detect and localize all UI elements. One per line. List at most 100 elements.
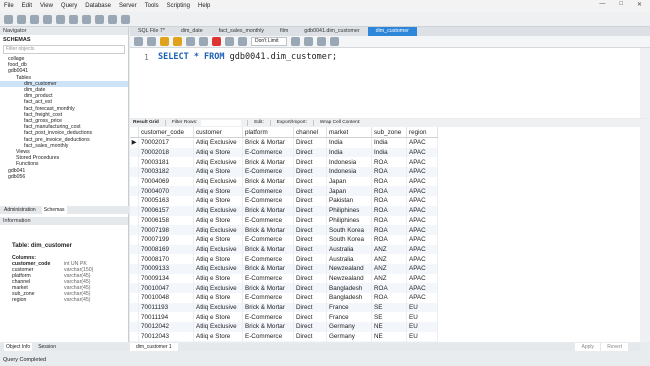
table-cell[interactable]: Brick & Mortar — [242, 263, 294, 274]
tab-result-dim-customer[interactable]: dim_customer 1 — [130, 343, 178, 351]
row-gutter[interactable] — [130, 322, 139, 332]
table-row[interactable]: 70004070 Atliq e Store E-Commerce Direct Jap… — [130, 186, 438, 197]
table-cell[interactable]: Atliq e Store — [193, 312, 243, 323]
tab-schemas[interactable]: Schemas — [41, 206, 67, 214]
table-cell[interactable]: Direct — [293, 254, 327, 264]
table-cell[interactable]: 70012043 — [138, 331, 194, 342]
table-row[interactable]: 70013125Atliq ExclusiveBrick & MortarDir… — [130, 341, 438, 342]
table-cell[interactable]: 70010047 — [138, 283, 194, 293]
table-row[interactable]: 70004069 Atliq Exclusive Brick & Mortar Dir… — [130, 176, 438, 187]
table-cell[interactable]: ANZ — [371, 244, 407, 255]
table-cell[interactable]: EU — [406, 322, 438, 332]
table-cell[interactable]: Indonesia — [326, 167, 372, 177]
export-import-label[interactable]: Export/Import: — [277, 119, 307, 127]
create-schema-icon[interactable] — [43, 14, 52, 24]
table-cell[interactable]: Newzealand — [326, 263, 372, 274]
table-cell[interactable]: APAC — [406, 215, 438, 226]
tab-dim-customer[interactable]: dim_customer — [367, 27, 417, 36]
create-procedure-icon[interactable] — [82, 14, 91, 24]
table-cell[interactable]: E-Commerce — [242, 273, 294, 284]
row-gutter[interactable] — [130, 205, 139, 216]
table-row[interactable]: 70007199 Atliq e Store E-Commerce Direct Sou… — [130, 234, 438, 245]
table-row[interactable]: 70012043 Atliq e Store E-Commerce Direct Ger… — [130, 331, 438, 342]
table-cell[interactable]: E-Commerce — [242, 167, 294, 177]
table-cell[interactable]: Brick & Mortar — [242, 283, 294, 293]
table-cell[interactable]: Brick & Mortar — [242, 137, 294, 148]
table-cell[interactable]: Direct — [293, 273, 327, 284]
menu-edit[interactable]: Edit — [18, 3, 36, 9]
editor-scrollbar[interactable] — [640, 48, 650, 118]
table-cell[interactable]: Direct — [293, 137, 327, 148]
table-cell[interactable]: E-Commerce — [242, 196, 294, 206]
table-cell[interactable]: Indonesia — [326, 157, 372, 168]
table-cell[interactable]: 70013125 — [138, 341, 194, 342]
table-cell[interactable]: E-Commerce — [242, 215, 294, 226]
table-cell[interactable]: Atliq Exclusive — [193, 283, 243, 293]
table-cell[interactable]: Direct — [293, 263, 327, 274]
table-cell[interactable]: Direct — [293, 167, 327, 177]
tree-item[interactable]: gdb056 — [0, 174, 128, 180]
table-row[interactable]: 70002018 Atliq e Store E-Commerce Direct Ind… — [130, 147, 438, 158]
explain-icon[interactable] — [186, 37, 195, 46]
tab-session[interactable]: Session — [38, 343, 56, 351]
table-cell[interactable]: Direct — [293, 225, 327, 235]
table-cell[interactable]: E-Commerce — [242, 293, 294, 303]
table-cell[interactable]: 70009133 — [138, 263, 194, 274]
table-cell[interactable]: Italy — [326, 341, 372, 342]
table-row[interactable]: 70006157 Atliq Exclusive Brick & Mortar Dir… — [130, 205, 438, 216]
table-cell[interactable]: Direct — [293, 215, 327, 226]
stop-icon[interactable] — [199, 37, 208, 46]
table-cell[interactable]: ROA — [371, 293, 407, 303]
table-cell[interactable]: India — [371, 137, 407, 148]
sql-code[interactable]: SELECT * FROM gdb0041.dim_customer; — [158, 52, 337, 62]
table-cell[interactable]: Atliq Exclusive — [193, 225, 243, 235]
table-cell[interactable]: 70007199 — [138, 234, 194, 245]
table-cell[interactable]: India — [326, 147, 372, 158]
row-gutter[interactable] — [130, 186, 139, 197]
table-cell[interactable]: APAC — [406, 293, 438, 303]
table-cell[interactable]: EU — [406, 331, 438, 342]
table-cell[interactable]: EU — [406, 302, 438, 313]
table-cell[interactable]: APAC — [406, 186, 438, 197]
apply-button[interactable]: Apply — [575, 343, 600, 351]
table-row[interactable]: 70009133 Atliq Exclusive Brick & Mortar Dir… — [130, 263, 438, 274]
column-header[interactable]: sub_zone — [371, 127, 407, 138]
table-cell[interactable]: 70007198 — [138, 225, 194, 235]
menu-view[interactable]: View — [36, 3, 57, 9]
table-cell[interactable]: Direct — [293, 283, 327, 293]
table-cell[interactable]: E-Commerce — [242, 186, 294, 197]
table-cell[interactable]: 70003181 — [138, 157, 194, 168]
menu-help[interactable]: Help — [194, 3, 214, 9]
table-cell[interactable]: APAC — [406, 205, 438, 216]
menu-file[interactable]: File — [0, 3, 18, 9]
row-gutter[interactable] — [130, 312, 139, 323]
table-cell[interactable]: E-Commerce — [242, 234, 294, 245]
table-cell[interactable]: Philiphines — [326, 205, 372, 216]
find-icon[interactable] — [304, 37, 314, 46]
table-cell[interactable]: Atliq Exclusive — [193, 263, 243, 274]
invisible-chars-icon[interactable] — [317, 37, 327, 46]
table-cell[interactable]: Japan — [326, 176, 372, 187]
table-cell[interactable]: Germany — [326, 322, 372, 332]
menu-query[interactable]: Query — [57, 3, 81, 9]
row-gutter[interactable] — [130, 147, 139, 158]
table-cell[interactable]: ROA — [371, 186, 407, 197]
table-cell[interactable]: France — [326, 302, 372, 313]
table-row[interactable]: 70011194 Atliq e Store E-Commerce Direct Fra… — [130, 312, 438, 323]
table-cell[interactable]: Direct — [293, 205, 327, 216]
table-cell[interactable]: ROA — [371, 167, 407, 177]
menu-database[interactable]: Database — [81, 3, 115, 9]
table-cell[interactable]: APAC — [406, 157, 438, 168]
toggle-continue-icon[interactable] — [212, 37, 221, 46]
table-cell[interactable]: Atliq e Store — [193, 196, 243, 206]
maximize-icon[interactable]: □ — [615, 1, 627, 8]
row-gutter[interactable] — [130, 234, 139, 245]
table-cell[interactable]: Atliq Exclusive — [193, 341, 243, 342]
row-gutter[interactable] — [130, 254, 139, 264]
table-row[interactable]: 70010048 Atliq e Store E-Commerce Direct Ban… — [130, 293, 438, 303]
open-file-icon[interactable] — [134, 37, 143, 46]
table-cell[interactable]: ROA — [371, 196, 407, 206]
table-cell[interactable]: Direct — [293, 302, 327, 313]
table-cell[interactable]: 70003182 — [138, 167, 194, 177]
table-row[interactable]: 70003182 Atliq e Store E-Commerce Direct Ind… — [130, 167, 438, 177]
